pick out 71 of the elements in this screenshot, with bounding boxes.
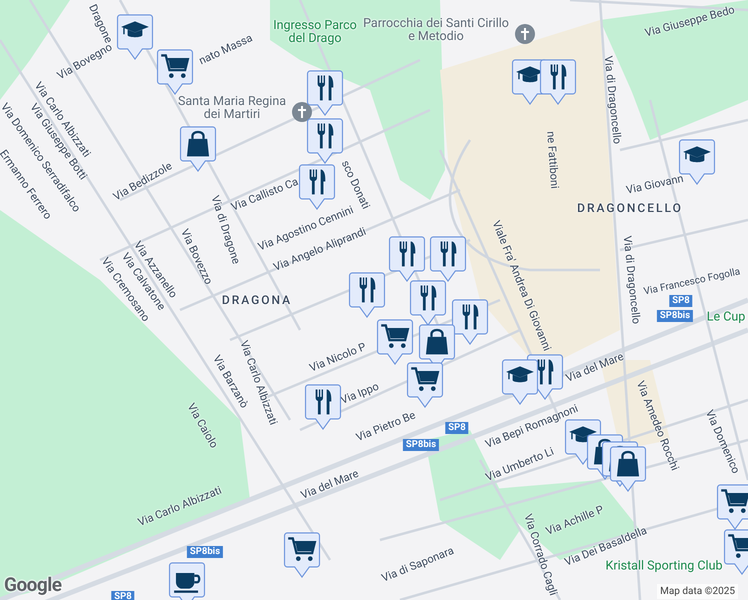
shopping-cart-icon [288,537,316,561]
map-marker[interactable] [156,49,194,95]
fork-knife-icon [538,360,554,384]
street-name: Via Ippo [338,378,382,409]
road-number: SP8bis [402,439,440,451]
street-name: Via Nicolo P [307,339,369,376]
street-name: Via Giuseppe Bedo [643,2,737,42]
map-marker[interactable] [283,532,321,578]
shopping-cart-icon [721,489,748,513]
road-number: SP8bis [186,546,224,558]
map-marker[interactable] [179,126,217,172]
map-marker[interactable] [304,384,342,430]
map-marker[interactable] [716,484,748,530]
street-name: ne Fattiboni [543,130,562,190]
fork-knife-icon [316,390,332,414]
place-name: DRAGONA [222,292,292,309]
map-marker[interactable] [609,446,647,492]
road-number: SP8 [669,295,693,307]
fork-knife-icon [360,278,376,302]
street-name: Via del Mare [564,348,626,387]
map-marker[interactable] [539,59,577,105]
street-name: Via di Dragoncello [620,235,643,325]
fork-knife-icon [420,286,436,310]
road-number: SP8bis [656,310,694,322]
graduation-cap-icon [121,21,149,38]
road-number: SP8 [445,422,469,434]
graduation-cap-icon [506,366,534,382]
fork-knife-icon [400,242,416,266]
street-name: Via di Dragoncello [600,55,625,145]
place-name: DRAGONCELLO [577,200,683,217]
graduation-cap-icon [683,146,711,162]
shopping-bag-icon [426,328,448,354]
fork-knife-icon [318,124,334,148]
map-marker[interactable] [306,70,344,116]
map-marker[interactable] [501,359,539,405]
map-marker[interactable] [451,299,489,345]
cross-icon [515,24,535,44]
road-number: SP8 [111,591,135,600]
map-marker[interactable] [409,280,447,326]
place-name: Kristall Sporting Club [606,560,722,572]
fork-knife-icon [462,304,478,330]
street-name: Via Callisto Ca [229,174,301,216]
shopping-cart-icon [411,367,440,391]
street-name: Via del Mare [298,466,362,504]
place-name: Parrocchia dei Santi Cirillo e Metodio [362,17,510,43]
fork-knife-icon [318,76,334,100]
fork-knife-icon [440,242,456,266]
place-name: Santa Maria Regina dei Martiri [176,95,288,121]
street-name: Via Giovann [624,170,686,199]
place-name: Ingresso Parco del Drago [272,19,358,45]
map-marker[interactable] [406,362,444,408]
map-marker[interactable] [168,562,206,600]
fork-knife-icon [310,170,326,194]
map-attribution: Map data ©2025 [657,584,738,599]
map-marker[interactable] [376,319,414,365]
shopping-cart-icon [728,534,748,558]
fork-knife-icon [550,64,566,90]
map-marker[interactable] [348,272,386,318]
map-marker[interactable] [429,236,467,282]
map-marker[interactable] [116,14,154,60]
street-name: nato Massa [196,30,256,70]
street-name: Via Achille P [544,502,606,538]
cross-icon [292,102,312,122]
coffee-cup-icon [174,573,200,593]
shopping-bag-icon [186,130,210,156]
map-marker[interactable] [388,236,426,282]
place-name: Le Cup [706,310,746,324]
shopping-cart-icon [381,324,410,348]
map-logo: Google [4,572,62,598]
shopping-cart-icon [161,54,190,78]
map-marker[interactable] [306,118,344,164]
